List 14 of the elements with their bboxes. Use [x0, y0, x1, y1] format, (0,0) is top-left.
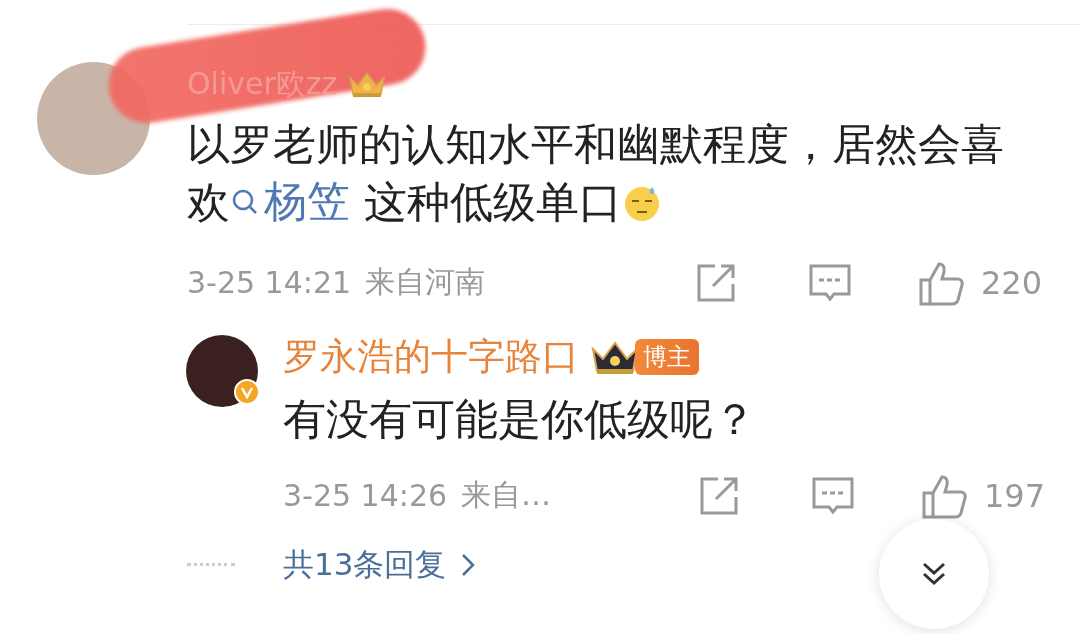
- reply-text: 有没有可能是你低级呢？: [283, 392, 757, 446]
- timestamp: 3-25 14:21: [187, 265, 352, 300]
- view-replies-link[interactable]: 共13条回复: [283, 543, 477, 586]
- chevron-right-icon: [460, 551, 477, 578]
- like-button[interactable]: 220: [918, 259, 1042, 306]
- double-chevron-down-icon: [920, 560, 948, 588]
- blogger-badge: 博主: [635, 338, 699, 375]
- location-text: 来自河南: [365, 263, 486, 301]
- like-button[interactable]: 197: [921, 472, 1045, 519]
- comment-text: 以罗老师的认知水平和幽默程度，居然会喜欢 杨笠 这种低级单口: [187, 116, 1042, 231]
- location-text: 来自…: [461, 476, 552, 514]
- username[interactable]: 罗永浩的十字路口: [283, 331, 579, 382]
- topic-link[interactable]: 杨笠: [230, 173, 350, 230]
- timestamp: 3-25 14:26: [283, 478, 448, 513]
